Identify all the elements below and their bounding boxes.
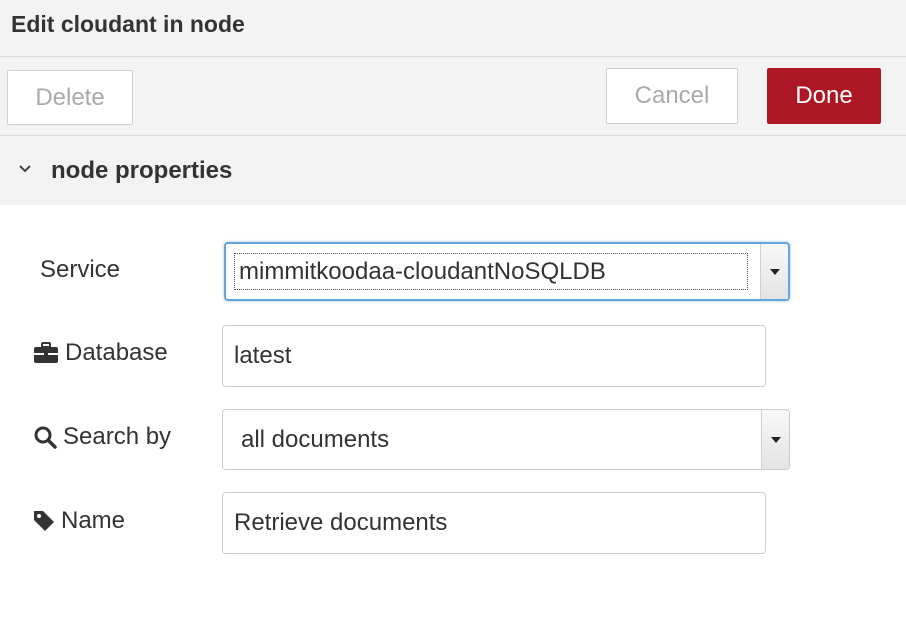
database-input[interactable]: latest bbox=[222, 325, 766, 387]
search-by-label-text: Search by bbox=[63, 423, 172, 450]
service-label-text: Service bbox=[40, 256, 121, 283]
search-icon bbox=[34, 426, 57, 449]
caret-down-icon bbox=[769, 268, 780, 275]
service-select[interactable]: mimmitkoodaa-cloudantNoSQLDB bbox=[224, 242, 790, 301]
section-title: node properties bbox=[51, 157, 233, 184]
caret-down-icon bbox=[770, 436, 781, 443]
database-label-text: Database bbox=[65, 339, 168, 366]
dialog-titlebar: Edit cloudant in node bbox=[0, 0, 906, 57]
node-properties-header[interactable]: node properties bbox=[0, 136, 906, 205]
search-by-select[interactable]: all documents bbox=[222, 409, 790, 470]
cancel-button[interactable]: Cancel bbox=[606, 68, 738, 124]
service-select-value: mimmitkoodaa-cloudantNoSQLDB bbox=[234, 253, 748, 290]
tag-icon bbox=[34, 511, 54, 531]
search-by-dropdown-arrow[interactable] bbox=[761, 410, 789, 469]
name-input[interactable]: Retrieve documents bbox=[222, 492, 766, 554]
dialog-toolbar: Delete Cancel Done bbox=[0, 57, 906, 136]
delete-button[interactable]: Delete bbox=[7, 70, 133, 125]
database-label: Database bbox=[33, 339, 168, 367]
dialog-title: Edit cloudant in node bbox=[11, 11, 245, 37]
service-dropdown-arrow[interactable] bbox=[760, 244, 788, 299]
name-label-text: Name bbox=[61, 507, 126, 534]
done-button[interactable]: Done bbox=[767, 68, 881, 124]
search-by-label: Search by bbox=[33, 423, 171, 451]
briefcase-icon bbox=[34, 342, 58, 363]
service-label: Service bbox=[40, 256, 120, 284]
chevron-down-icon bbox=[19, 165, 31, 173]
name-label: Name bbox=[33, 507, 125, 535]
search-by-select-value: all documents bbox=[241, 425, 390, 453]
